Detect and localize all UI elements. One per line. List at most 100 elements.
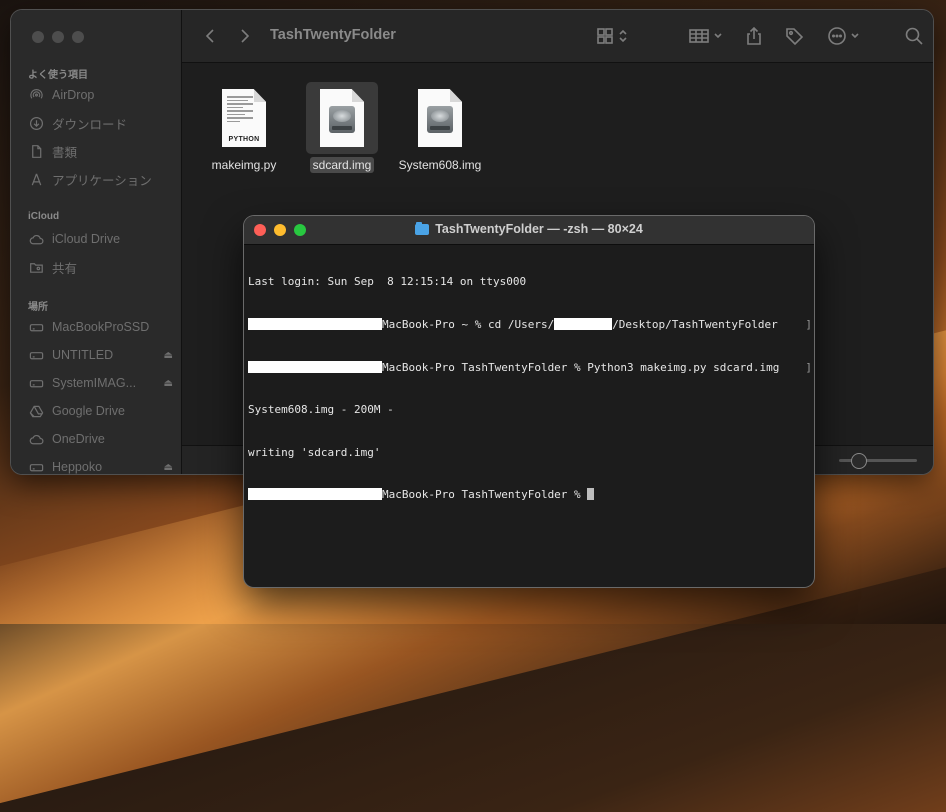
sidebar-item-heppoko[interactable]: Heppoko ⏏ <box>28 457 173 474</box>
redacted-block <box>248 488 382 501</box>
applications-icon <box>28 171 44 187</box>
terminal-text: Last login: Sun Sep 8 12:15:14 on ttys00… <box>248 275 527 289</box>
file-name: sdcard.img <box>309 157 375 173</box>
sidebar-item-applications[interactable]: アプリケーション <box>28 169 173 189</box>
file-name: makeimg.py <box>211 158 277 172</box>
eject-icon[interactable]: ⏏ <box>164 462 173 473</box>
sidebar-item-label: SystemIMAG... <box>52 376 137 390</box>
terminal-window[interactable]: TashTwentyFolder — -zsh — 80×24 Last log… <box>244 216 814 587</box>
terminal-output[interactable]: Last login: Sun Sep 8 12:15:14 on ttys00… <box>248 247 812 587</box>
cloud-icon <box>28 431 44 447</box>
terminal-line: System608.img - 200M - <box>248 403 810 417</box>
document-icon <box>28 143 44 159</box>
file-name: System608.img <box>398 158 482 172</box>
sidebar-section-favorites: よく使う項目 <box>28 70 88 81</box>
folder-icon <box>415 221 430 235</box>
sidebar-item-icloud-drive[interactable]: iCloud Drive <box>28 229 173 249</box>
disk-icon <box>28 347 44 363</box>
disk-image-icon <box>306 82 378 154</box>
eject-icon[interactable]: ⏏ <box>164 350 173 361</box>
tag-icon <box>786 28 804 46</box>
file-type-tag: PYTHON <box>228 136 260 143</box>
sidebar-section-locations: 場所 <box>28 302 48 313</box>
sidebar-item-label: ダウンロード <box>52 117 128 132</box>
terminal-title-bar[interactable]: TashTwentyFolder — -zsh — 80×24 <box>244 216 814 245</box>
finder-sidebar: よく使う項目 AirDrop ダウンロード 書類 アプリケーション iCloud… <box>11 10 182 474</box>
sidebar-item-label: Heppoko <box>52 460 103 474</box>
download-icon <box>28 115 44 131</box>
share-button[interactable] <box>744 24 764 48</box>
icon-size-slider[interactable] <box>839 453 917 469</box>
sidebar-item-documents[interactable]: 書類 <box>28 141 173 161</box>
disk-icon <box>28 459 44 474</box>
grid-icon <box>597 28 627 44</box>
terminal-text: MacBook-Pro TashTwentyFolder % Python3 m… <box>382 360 780 374</box>
finder-toolbar: TashTwentyFolder <box>182 10 933 63</box>
group-button[interactable] <box>687 24 727 48</box>
disk-icon <box>28 375 44 391</box>
minimize-button[interactable] <box>52 31 64 43</box>
terminal-text: System608.img - 200M - <box>248 403 394 417</box>
tags-button[interactable] <box>783 24 805 48</box>
eject-icon[interactable]: ⏏ <box>164 378 173 389</box>
terminal-line: Last login: Sun Sep 8 12:15:14 on ttys00… <box>248 275 810 289</box>
sidebar-item-label: UNTITLED <box>52 348 114 362</box>
sidebar-item-untitled[interactable]: UNTITLED ⏏ <box>28 345 173 365</box>
forward-button[interactable] <box>235 24 255 48</box>
terminal-text: /Desktop/TashTwentyFolder <box>612 318 778 331</box>
shared-folder-icon <box>28 259 44 275</box>
chevron-right-icon <box>241 29 250 43</box>
share-icon <box>747 26 761 45</box>
sidebar-item-airdrop[interactable]: AirDrop <box>28 85 173 105</box>
sidebar-item-shared[interactable]: 共有 <box>28 257 173 277</box>
terminal-line: writing 'sdcard.img' <box>248 446 810 460</box>
python-file-icon: PYTHON <box>208 82 280 154</box>
sidebar-item-label: 共有 <box>52 261 78 276</box>
disk-image-icon <box>404 82 476 154</box>
sidebar-item-downloads[interactable]: ダウンロード <box>28 113 173 133</box>
sidebar-section-icloud: iCloud <box>28 211 60 222</box>
sidebar-item-macbookprossd[interactable]: MacBookProSSD <box>28 317 173 337</box>
more-actions-button[interactable] <box>825 24 865 48</box>
terminal-title: TashTwentyFolder — -zsh — 80×24 <box>244 221 814 236</box>
search-icon <box>905 27 923 45</box>
airdrop-icon <box>28 87 44 103</box>
sidebar-item-label: アプリケーション <box>52 173 152 188</box>
sidebar-item-label: OneDrive <box>52 432 105 446</box>
terminal-line: MacBook-Pro TashTwentyFolder % <box>248 488 810 502</box>
file-makeimg-py[interactable]: PYTHON makeimg.py <box>194 82 294 174</box>
file-system608-img[interactable]: System608.img <box>390 82 490 174</box>
redacted-block <box>554 318 613 330</box>
sidebar-item-systemimage[interactable]: SystemIMAG... ⏏ <box>28 373 173 393</box>
back-button[interactable] <box>200 24 220 48</box>
redacted-block <box>248 318 382 330</box>
file-sdcard-img[interactable]: sdcard.img <box>292 82 392 174</box>
view-mode-button[interactable] <box>595 24 633 48</box>
group-icon <box>689 29 722 43</box>
window-controls <box>32 31 84 43</box>
cloud-icon <box>28 231 44 247</box>
sidebar-item-label: 書類 <box>52 145 78 160</box>
sidebar-item-label: iCloud Drive <box>52 232 121 246</box>
search-button[interactable] <box>902 24 926 48</box>
sidebar-item-onedrive[interactable]: OneDrive <box>28 429 173 449</box>
sidebar-item-google-drive[interactable]: Google Drive <box>28 401 173 421</box>
terminal-line: MacBook-Pro TashTwentyFolder % Python3 m… <box>248 360 812 375</box>
zoom-button[interactable] <box>72 31 84 43</box>
truncation-marker: ] <box>805 318 812 331</box>
terminal-cursor <box>587 488 595 501</box>
redacted-block <box>248 360 382 373</box>
window-title: TashTwentyFolder <box>270 27 396 43</box>
close-button[interactable] <box>32 31 44 43</box>
chevron-left-icon <box>205 29 214 43</box>
terminal-title-text: TashTwentyFolder — -zsh — 80×24 <box>435 222 643 236</box>
sidebar-item-label: MacBookProSSD <box>52 320 150 334</box>
disk-icon <box>28 319 44 335</box>
google-drive-icon <box>28 403 44 419</box>
ellipsis-circle-icon <box>828 27 859 45</box>
sidebar-item-label: Google Drive <box>52 404 125 418</box>
slider-knob[interactable] <box>851 453 867 469</box>
truncation-marker: ] <box>805 360 812 374</box>
sidebar-item-label: AirDrop <box>52 88 95 102</box>
terminal-text: MacBook-Pro TashTwentyFolder % <box>382 488 588 502</box>
